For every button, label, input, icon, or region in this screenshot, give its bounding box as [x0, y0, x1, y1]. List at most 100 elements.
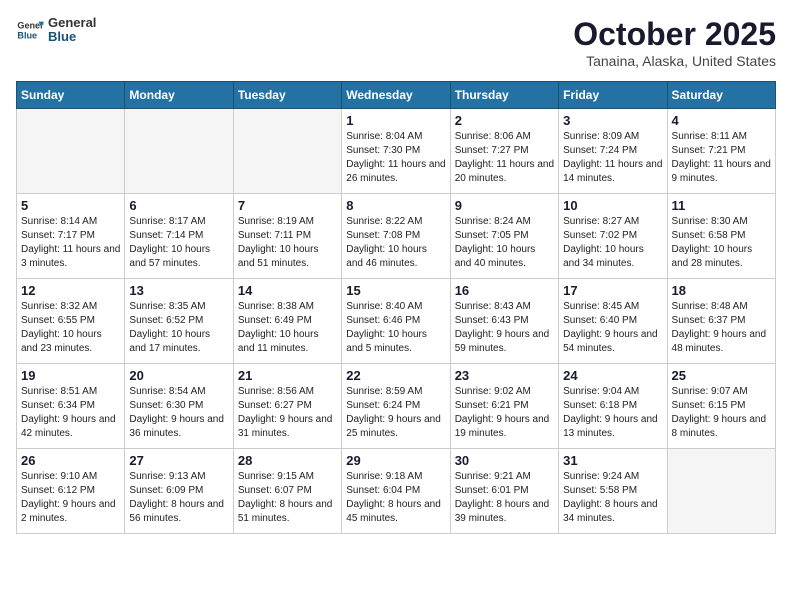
- calendar-cell: 3 Sunrise: 8:09 AMSunset: 7:24 PMDaylight…: [559, 109, 667, 194]
- day-info: Sunrise: 9:13 AMSunset: 6:09 PMDaylight:…: [129, 470, 228, 526]
- day-number: 25: [672, 368, 771, 383]
- day-number: 15: [346, 283, 445, 298]
- day-number: 16: [455, 283, 554, 298]
- day-info: Sunrise: 8:24 AMSunset: 7:05 PMDaylight:…: [455, 215, 554, 271]
- calendar-cell: 22 Sunrise: 8:59 AMSunset: 6:24 PMDayligh…: [342, 364, 450, 449]
- day-number: 30: [455, 453, 554, 468]
- calendar-cell: [125, 109, 233, 194]
- calendar-cell: 1 Sunrise: 8:04 AMSunset: 7:30 PMDaylight…: [342, 109, 450, 194]
- day-number: 11: [672, 198, 771, 213]
- calendar-cell: 23 Sunrise: 9:02 AMSunset: 6:21 PMDayligh…: [450, 364, 558, 449]
- calendar-cell: 11 Sunrise: 8:30 AMSunset: 6:58 PMDayligh…: [667, 194, 775, 279]
- day-number: 26: [21, 453, 120, 468]
- calendar-cell: 21 Sunrise: 8:56 AMSunset: 6:27 PMDayligh…: [233, 364, 341, 449]
- logo: General Blue General Blue: [16, 16, 96, 45]
- weekday-header-row: SundayMondayTuesdayWednesdayThursdayFrid…: [17, 82, 776, 109]
- day-info: Sunrise: 9:21 AMSunset: 6:01 PMDaylight:…: [455, 470, 554, 526]
- day-number: 28: [238, 453, 337, 468]
- calendar-cell: 14 Sunrise: 8:38 AMSunset: 6:49 PMDayligh…: [233, 279, 341, 364]
- day-number: 6: [129, 198, 228, 213]
- day-number: 4: [672, 113, 771, 128]
- day-number: 13: [129, 283, 228, 298]
- day-number: 29: [346, 453, 445, 468]
- day-info: Sunrise: 8:27 AMSunset: 7:02 PMDaylight:…: [563, 215, 662, 271]
- day-info: Sunrise: 8:17 AMSunset: 7:14 PMDaylight:…: [129, 215, 228, 271]
- calendar-week-row: 1 Sunrise: 8:04 AMSunset: 7:30 PMDaylight…: [17, 109, 776, 194]
- calendar-week-row: 19Sunrise: 8:51 AMSunset: 6:34 PMDayligh…: [17, 364, 776, 449]
- calendar-cell: [233, 109, 341, 194]
- day-info: Sunrise: 9:02 AMSunset: 6:21 PMDaylight:…: [455, 385, 554, 441]
- calendar-cell: 24 Sunrise: 9:04 AMSunset: 6:18 PMDayligh…: [559, 364, 667, 449]
- day-info: Sunrise: 8:43 AMSunset: 6:43 PMDaylight:…: [455, 300, 554, 356]
- day-number: 24: [563, 368, 662, 383]
- calendar-cell: 31Sunrise: 9:24 AMSunset: 5:58 PMDayligh…: [559, 449, 667, 534]
- day-info: Sunrise: 8:30 AMSunset: 6:58 PMDaylight:…: [672, 215, 771, 271]
- location-text: Tanaina, Alaska, United States: [573, 53, 776, 69]
- day-info: Sunrise: 8:04 AMSunset: 7:30 PMDaylight:…: [346, 130, 445, 186]
- calendar-week-row: 26Sunrise: 9:10 AMSunset: 6:12 PMDayligh…: [17, 449, 776, 534]
- day-info: Sunrise: 9:18 AMSunset: 6:04 PMDaylight:…: [346, 470, 445, 526]
- day-number: 7: [238, 198, 337, 213]
- day-info: Sunrise: 8:38 AMSunset: 6:49 PMDaylight:…: [238, 300, 337, 356]
- weekday-header: Tuesday: [233, 82, 341, 109]
- day-number: 3: [563, 113, 662, 128]
- calendar-cell: 6 Sunrise: 8:17 AMSunset: 7:14 PMDaylight…: [125, 194, 233, 279]
- page-header: General Blue General Blue October 2025 T…: [16, 16, 776, 69]
- calendar-cell: 13 Sunrise: 8:35 AMSunset: 6:52 PMDayligh…: [125, 279, 233, 364]
- day-info: Sunrise: 8:54 AMSunset: 6:30 PMDaylight:…: [129, 385, 228, 441]
- calendar-cell: 2 Sunrise: 8:06 AMSunset: 7:27 PMDaylight…: [450, 109, 558, 194]
- calendar-cell: 4Sunrise: 8:11 AMSunset: 7:21 PMDaylight…: [667, 109, 775, 194]
- calendar-cell: [17, 109, 125, 194]
- day-info: Sunrise: 8:56 AMSunset: 6:27 PMDaylight:…: [238, 385, 337, 441]
- calendar-cell: 15 Sunrise: 8:40 AMSunset: 6:46 PMDayligh…: [342, 279, 450, 364]
- weekday-header: Monday: [125, 82, 233, 109]
- calendar-cell: 17 Sunrise: 8:45 AMSunset: 6:40 PMDayligh…: [559, 279, 667, 364]
- logo-blue-text: Blue: [48, 30, 96, 44]
- day-info: Sunrise: 8:40 AMSunset: 6:46 PMDaylight:…: [346, 300, 445, 356]
- day-info: Sunrise: 9:04 AMSunset: 6:18 PMDaylight:…: [563, 385, 662, 441]
- calendar-cell: 18Sunrise: 8:48 AMSunset: 6:37 PMDayligh…: [667, 279, 775, 364]
- calendar-cell: 26Sunrise: 9:10 AMSunset: 6:12 PMDayligh…: [17, 449, 125, 534]
- calendar-cell: 12Sunrise: 8:32 AMSunset: 6:55 PMDayligh…: [17, 279, 125, 364]
- day-number: 10: [563, 198, 662, 213]
- day-info: Sunrise: 8:51 AMSunset: 6:34 PMDaylight:…: [21, 385, 120, 441]
- day-number: 22: [346, 368, 445, 383]
- day-number: 12: [21, 283, 120, 298]
- day-info: Sunrise: 8:09 AMSunset: 7:24 PMDaylight:…: [563, 130, 662, 186]
- day-info: Sunrise: 8:45 AMSunset: 6:40 PMDaylight:…: [563, 300, 662, 356]
- day-info: Sunrise: 8:59 AMSunset: 6:24 PMDaylight:…: [346, 385, 445, 441]
- day-number: 17: [563, 283, 662, 298]
- day-number: 21: [238, 368, 337, 383]
- day-number: 23: [455, 368, 554, 383]
- day-number: 14: [238, 283, 337, 298]
- day-number: 8: [346, 198, 445, 213]
- day-info: Sunrise: 8:19 AMSunset: 7:11 PMDaylight:…: [238, 215, 337, 271]
- calendar-cell: 8 Sunrise: 8:22 AMSunset: 7:08 PMDaylight…: [342, 194, 450, 279]
- day-number: 5: [21, 198, 120, 213]
- calendar-cell: 30 Sunrise: 9:21 AMSunset: 6:01 PMDayligh…: [450, 449, 558, 534]
- day-number: 20: [129, 368, 228, 383]
- calendar-cell: [667, 449, 775, 534]
- calendar-cell: 10 Sunrise: 8:27 AMSunset: 7:02 PMDayligh…: [559, 194, 667, 279]
- calendar-cell: 5Sunrise: 8:14 AMSunset: 7:17 PMDaylight…: [17, 194, 125, 279]
- calendar-cell: 27Sunrise: 9:13 AMSunset: 6:09 PMDayligh…: [125, 449, 233, 534]
- day-number: 2: [455, 113, 554, 128]
- weekday-header: Thursday: [450, 82, 558, 109]
- day-number: 1: [346, 113, 445, 128]
- calendar-week-row: 5Sunrise: 8:14 AMSunset: 7:17 PMDaylight…: [17, 194, 776, 279]
- day-info: Sunrise: 8:35 AMSunset: 6:52 PMDaylight:…: [129, 300, 228, 356]
- calendar-week-row: 12Sunrise: 8:32 AMSunset: 6:55 PMDayligh…: [17, 279, 776, 364]
- day-info: Sunrise: 9:07 AMSunset: 6:15 PMDaylight:…: [672, 385, 771, 441]
- calendar-cell: 25 Sunrise: 9:07 AMSunset: 6:15 PMDayligh…: [667, 364, 775, 449]
- day-info: Sunrise: 9:24 AMSunset: 5:58 PMDaylight:…: [563, 470, 662, 526]
- day-number: 18: [672, 283, 771, 298]
- day-info: Sunrise: 8:06 AMSunset: 7:27 PMDaylight:…: [455, 130, 554, 186]
- day-info: Sunrise: 8:22 AMSunset: 7:08 PMDaylight:…: [346, 215, 445, 271]
- title-area: October 2025 Tanaina, Alaska, United Sta…: [573, 16, 776, 69]
- calendar-cell: 20 Sunrise: 8:54 AMSunset: 6:30 PMDayligh…: [125, 364, 233, 449]
- logo-general-text: General: [48, 16, 96, 30]
- calendar-cell: 9Sunrise: 8:24 AMSunset: 7:05 PMDaylight…: [450, 194, 558, 279]
- calendar-cell: 28Sunrise: 9:15 AMSunset: 6:07 PMDayligh…: [233, 449, 341, 534]
- weekday-header: Wednesday: [342, 82, 450, 109]
- weekday-header: Friday: [559, 82, 667, 109]
